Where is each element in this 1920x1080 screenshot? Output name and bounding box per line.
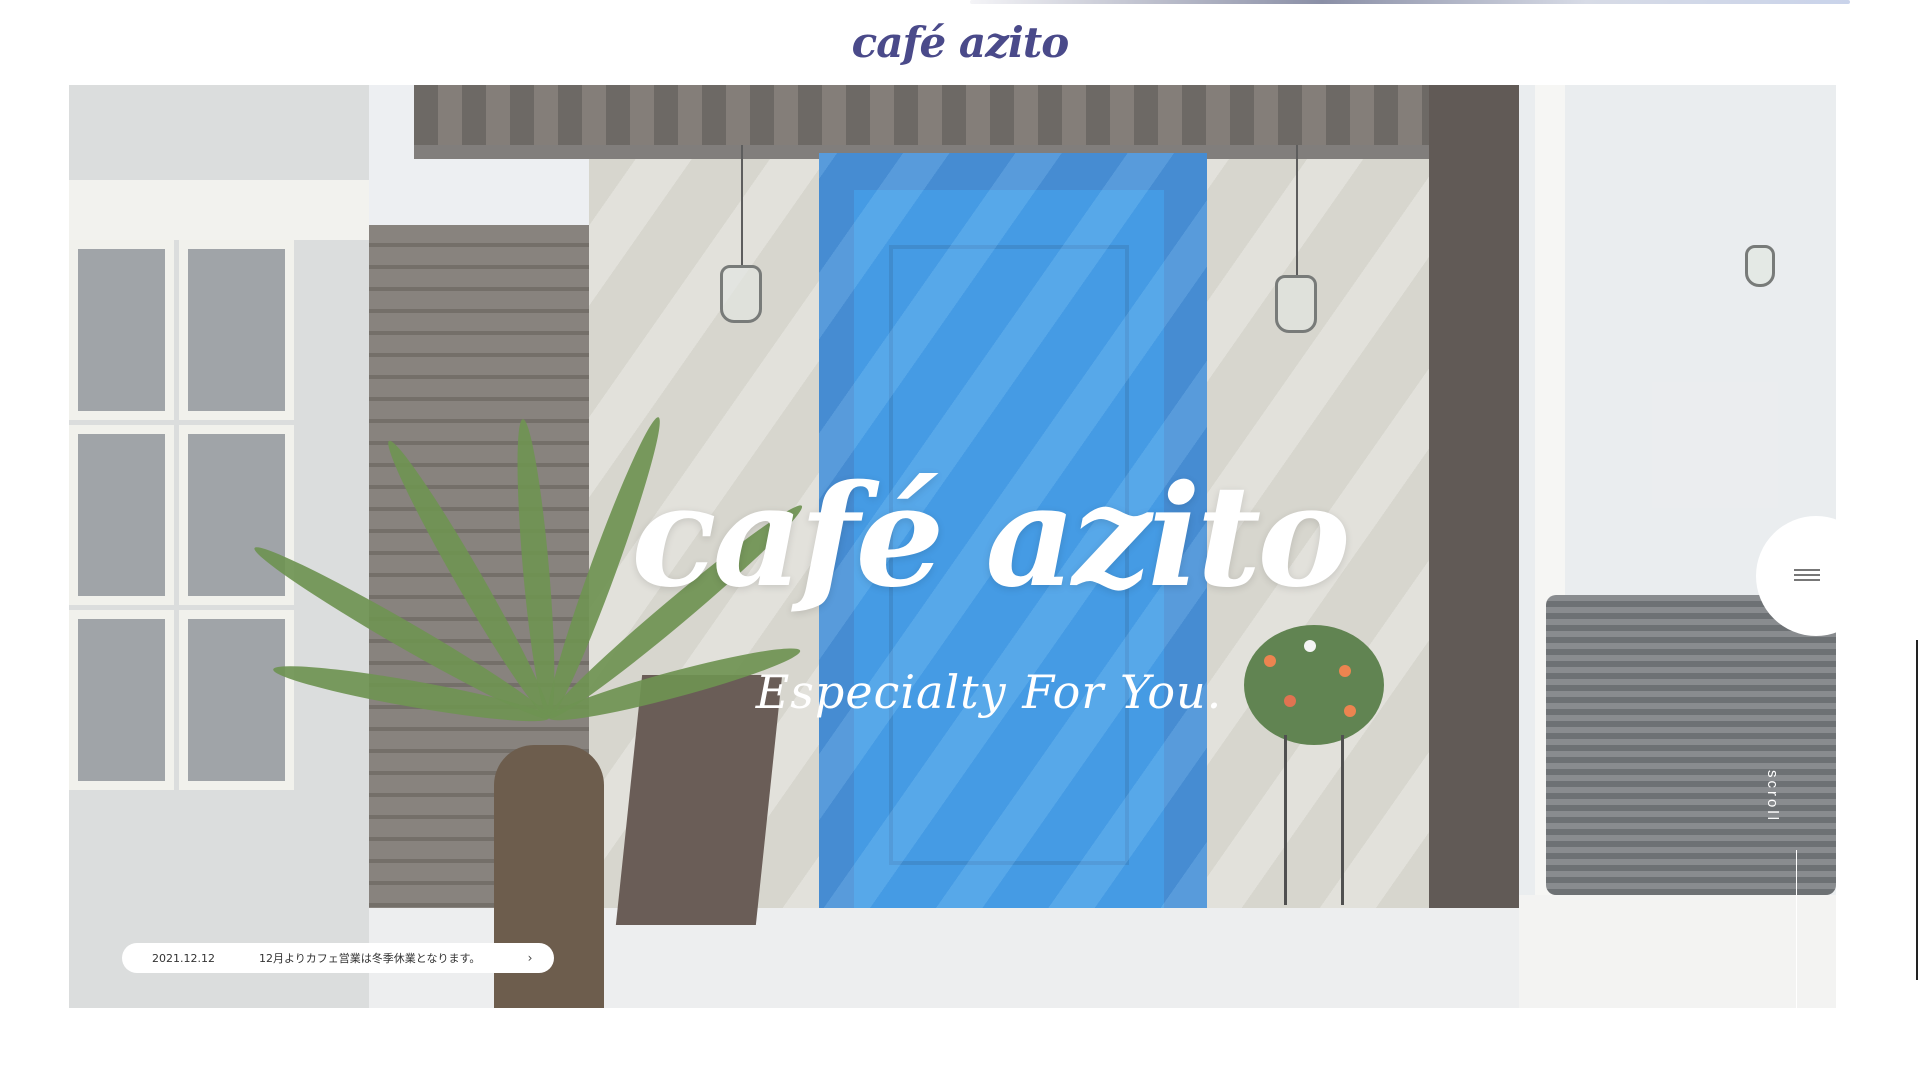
hero-image: café azito Especialty For You. <box>69 85 1836 1008</box>
hamburger-icon[interactable] <box>1794 569 1820 583</box>
site-logo[interactable]: café azito <box>0 18 1920 67</box>
scroll-indicator-label: scroll <box>1764 770 1781 824</box>
news-date: 2021.12.12 <box>152 951 215 965</box>
top-progress-fill <box>970 0 1850 4</box>
top-progress-bar <box>0 0 1920 4</box>
chevron-right-icon[interactable]: › <box>520 951 540 965</box>
news-ticker[interactable]: 2021.12.12 12月よりカフェ営業は冬季休業となります。 › <box>122 943 554 973</box>
hero-subtitle: Especialty For You. <box>755 665 1223 719</box>
news-text[interactable]: 12月よりカフェ営業は冬季休業となります。 <box>259 950 520 966</box>
hero-title: café azito <box>631 455 1350 619</box>
page-edge-bar <box>1916 640 1918 980</box>
menu-button[interactable] <box>1756 516 1876 636</box>
scroll-indicator-line <box>1796 850 1797 1010</box>
